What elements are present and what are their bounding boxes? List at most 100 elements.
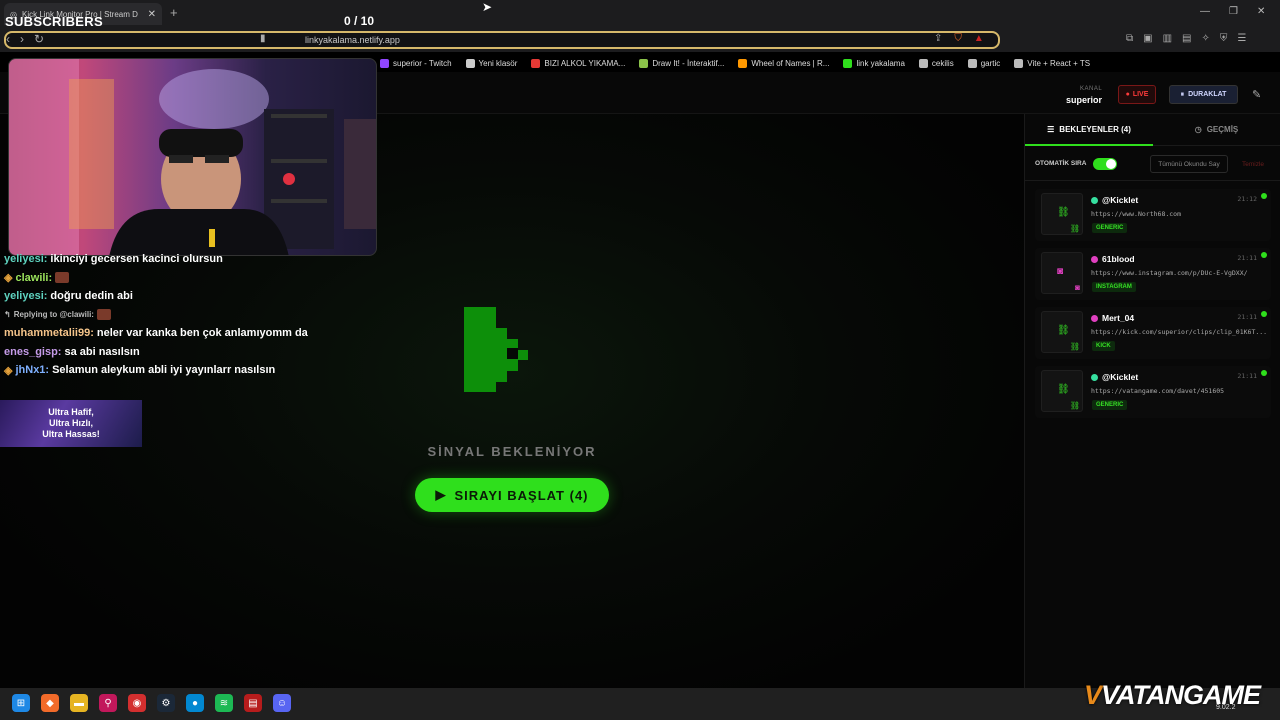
bookmark-item[interactable]: Wheel of Names | R... bbox=[738, 58, 829, 68]
queue-card[interactable]: ⛓ ⛓ @Kicklet 21:11 https://vatangame.com/dav… bbox=[1035, 366, 1271, 418]
app-blue-icon[interactable]: ● bbox=[186, 694, 204, 712]
link-type-icon: ⛓ bbox=[1069, 342, 1080, 351]
chat-reply-line: ↰ Replying to @clawili: bbox=[4, 306, 364, 325]
tab-close-icon[interactable]: ✕ bbox=[148, 9, 156, 20]
bookmark-label: superior - Twitch bbox=[393, 58, 452, 68]
bookmark-label: Yeni klasör bbox=[478, 58, 518, 68]
chat-text: Selamun aleykum abli iyi yayınlarr nasıl… bbox=[52, 364, 276, 377]
queue-card[interactable]: ⛓ ⛓ @Kicklet 21:12 https://www.North68.com GE… bbox=[1035, 189, 1271, 241]
obs-icon[interactable]: ▤ bbox=[244, 694, 262, 712]
edit-icon[interactable]: ✎ bbox=[1252, 88, 1261, 101]
online-dot-icon bbox=[1261, 370, 1267, 376]
divider bbox=[1025, 180, 1280, 181]
chat-overlay: yeliyesi: ikinciyi gecersen kacinci olurs… bbox=[4, 250, 364, 380]
chat-text: sa abi nasılsın bbox=[64, 345, 140, 358]
bookmark-item[interactable]: BIZI ALKOL YIKAMA... bbox=[531, 58, 626, 68]
new-tab-icon[interactable]: + bbox=[170, 5, 178, 20]
link-thumbnail: ⛓ ⛓ bbox=[1041, 311, 1083, 353]
app-red-icon[interactable]: ◉ bbox=[128, 694, 146, 712]
bookmark-favicon-icon bbox=[967, 58, 977, 68]
steam-icon[interactable]: ⚙ bbox=[157, 694, 175, 712]
channel-label: KANAL bbox=[1080, 86, 1103, 92]
bookmark-icon[interactable]: ▮ bbox=[260, 33, 266, 44]
start-queue-button[interactable]: ▶ SIRAYI BAŞLAT (4) bbox=[415, 478, 609, 512]
bookmark-favicon-icon bbox=[843, 58, 853, 68]
discord-icon[interactable]: ☺ bbox=[273, 694, 291, 712]
bookmark-favicon-icon bbox=[1014, 58, 1024, 68]
live-label: LIVE bbox=[1132, 91, 1149, 98]
url-text[interactable]: linkyakalama.netlify.app bbox=[305, 35, 400, 45]
chat-username: enes_gisp: bbox=[4, 345, 62, 358]
share-icon[interactable]: ⇪ bbox=[934, 33, 942, 44]
bookmark-item[interactable]: Yeni klasör bbox=[465, 58, 518, 68]
mark-all-read-button[interactable]: Tümünü Okundu Say bbox=[1150, 155, 1228, 173]
card-time: 21:11 bbox=[1237, 372, 1257, 380]
tab-waiting-label: BEKLEYENLER (4) bbox=[1059, 124, 1131, 134]
auto-queue-toggle[interactable] bbox=[1093, 158, 1117, 170]
screenshot-icon[interactable]: ▣ bbox=[1143, 33, 1152, 44]
wallet-icon[interactable]: ▤ bbox=[1182, 33, 1191, 44]
card-time: 21:11 bbox=[1237, 313, 1257, 321]
card-url[interactable]: https://www.North68.com bbox=[1091, 210, 1267, 218]
minimize-icon[interactable]: — bbox=[1200, 6, 1210, 17]
card-username: @Kicklet bbox=[1102, 372, 1139, 382]
brave-icon[interactable]: ◆ bbox=[41, 694, 59, 712]
address-bar[interactable] bbox=[4, 31, 1000, 49]
bookmark-label: Vite + React + TS bbox=[1027, 58, 1091, 68]
windows-start-icon[interactable]: ⊞ bbox=[12, 694, 30, 712]
bookmark-item[interactable]: superior - Twitch bbox=[380, 58, 452, 68]
queue-card[interactable]: ⛓ ⛓ Mert_04 21:11 https://kick.com/superior/… bbox=[1035, 307, 1271, 359]
sidebar-icon[interactable]: ▥ bbox=[1163, 33, 1172, 44]
extensions-icon[interactable]: ⧉ bbox=[1126, 33, 1133, 44]
live-button[interactable]: ● LIVE bbox=[1118, 85, 1156, 104]
card-tag: KICK bbox=[1092, 341, 1115, 351]
bookmark-item[interactable]: link yakalama bbox=[843, 58, 905, 68]
link-icon: ⛓ bbox=[1057, 325, 1070, 336]
bookmark-label: link yakalama bbox=[856, 58, 905, 68]
chat-message: yeliyesi: doğru dedin abi bbox=[4, 287, 364, 306]
pause-button[interactable]: ⏸ DURAKLAT bbox=[1169, 85, 1238, 104]
tab-history[interactable]: ◷ GEÇMİŞ bbox=[1153, 114, 1280, 146]
brave-shield-icon[interactable]: ⛉ bbox=[954, 33, 962, 44]
mouse-cursor-icon: ➤ bbox=[482, 0, 493, 14]
card-url[interactable]: https://vatangame.com/davet/451605 bbox=[1091, 387, 1267, 395]
card-username: Mert_04 bbox=[1102, 313, 1135, 323]
user-badge-icon bbox=[1091, 373, 1098, 381]
bookmark-favicon-icon bbox=[639, 58, 649, 68]
emote-icon bbox=[96, 309, 111, 321]
map-pin-icon[interactable]: ⚲ bbox=[99, 694, 117, 712]
channel-name: superior bbox=[1066, 95, 1103, 105]
card-url[interactable]: https://kick.com/superior/clips/clip_01K… bbox=[1091, 328, 1267, 336]
bookmark-favicon-icon bbox=[465, 58, 475, 68]
window-close-icon[interactable]: ✕ bbox=[1257, 6, 1265, 17]
file-explorer-icon[interactable]: ▬ bbox=[70, 694, 88, 712]
bookmark-item[interactable]: Vite + React + TS bbox=[1014, 58, 1091, 68]
bookmark-item[interactable]: Draw It! - İnteraktif... bbox=[639, 58, 724, 68]
forward-icon[interactable]: › bbox=[20, 32, 24, 46]
card-url[interactable]: https://www.instagram.com/p/DUc-E-VgDXX/ bbox=[1091, 269, 1267, 277]
chat-username: clawili: bbox=[15, 271, 53, 284]
brave-rewards-icon[interactable]: ▲ bbox=[974, 33, 984, 44]
bookmark-label: BIZI ALKOL YIKAMA... bbox=[544, 58, 626, 68]
queue-card[interactable]: ◙ ◙ 61blood 21:11 https://www.instagram.com/… bbox=[1035, 248, 1271, 300]
link-thumbnail: ◙ ◙ bbox=[1041, 252, 1083, 294]
address-actions: ⇪ ⛉ ▲ bbox=[934, 33, 984, 44]
chat-message: ◈ clawili: bbox=[4, 269, 364, 288]
clear-button[interactable]: Temizle bbox=[1233, 155, 1273, 173]
watermark-text: VATANGAME bbox=[1101, 680, 1261, 710]
tab-waiting[interactable]: ☰ BEKLEYENLER (4) bbox=[1025, 114, 1153, 146]
tray-clock: 9.02.2 bbox=[1216, 704, 1236, 711]
vpn-icon[interactable]: ⛨ bbox=[1220, 33, 1228, 44]
spotify-icon[interactable]: ≋ bbox=[215, 694, 233, 712]
menu-icon[interactable]: ☰ bbox=[1237, 33, 1246, 44]
back-icon[interactable]: ‹ bbox=[6, 32, 10, 46]
maximize-icon[interactable]: ❐ bbox=[1229, 6, 1238, 17]
chat-text: neler var kanka ben çok anlamıyomm da bbox=[96, 327, 308, 340]
bookmark-item[interactable]: cekilis bbox=[918, 58, 954, 68]
reload-icon[interactable]: ↻ bbox=[34, 32, 44, 46]
bookmark-item[interactable]: gartic bbox=[967, 58, 1000, 68]
leo-icon[interactable]: ✧ bbox=[1202, 33, 1210, 44]
card-tag: INSTAGRAM bbox=[1092, 282, 1136, 292]
ad-line: Ultra Hassas! bbox=[42, 429, 100, 439]
play-icon: ▶ bbox=[435, 487, 447, 502]
